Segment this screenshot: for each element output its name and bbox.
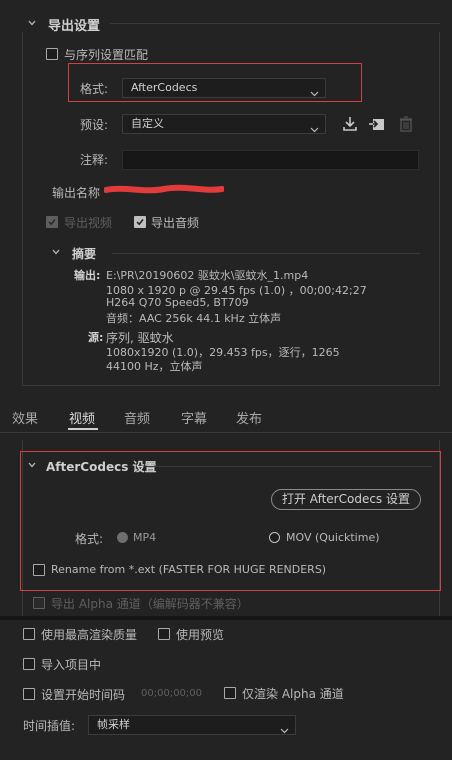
import-into-project-checkbox[interactable] [23,658,35,670]
summary-source-line: 44100 Hz，立体声 [106,360,203,373]
summary-output-line: H264 Q70 Speed5, BT709 [106,296,249,309]
aftercodecs-title: AfterCodecs 设置 [46,460,157,474]
max-render-quality-label: 使用最高渲染质量 [41,628,138,642]
tab-active-underline [68,428,98,430]
render-alpha-only-label: 仅渲染 Alpha 通道 [242,687,344,701]
match-sequence-checkbox[interactable] [46,48,58,60]
format-value: AfterCodecs [131,81,198,94]
format-select[interactable]: AfterCodecs [122,78,326,98]
chevron-down-icon [280,722,289,740]
import-into-project-label: 导入项目中 [41,658,102,672]
max-render-quality-checkbox[interactable] [23,628,35,640]
export-alpha-checkbox [33,597,45,609]
tab-publish[interactable]: 发布 [236,408,262,427]
tab-captions[interactable]: 字幕 [181,408,207,427]
preset-select[interactable]: 自定义 [122,114,326,134]
divider [112,253,420,254]
match-sequence-label: 与序列设置匹配 [64,48,149,62]
chevron-down-icon[interactable] [27,18,39,30]
format-label: 格式: [80,82,109,96]
comment-label: 注释: [80,153,109,167]
summary-title: 摘要 [72,247,97,261]
comment-input[interactable] [122,150,419,170]
use-previews-checkbox[interactable] [158,628,170,640]
summary-output-line: 音频：AAC 256k 44.1 kHz 立体声 [106,312,282,325]
preset-value: 自定义 [131,117,164,130]
time-interpolation-label: 时间插值: [23,719,76,733]
start-timecode-value: 00;00;00;00 [141,688,203,699]
export-video-label: 导出视频 [64,216,113,230]
time-interpolation-select[interactable]: 帧采样 [88,715,296,735]
delete-preset-icon [399,116,413,135]
rename-ext-checkbox[interactable] [33,564,45,576]
chevron-down-icon [310,85,319,103]
mp4-label: MP4 [133,531,157,544]
export-settings-title: 导出设置 [48,19,101,34]
export-alpha-label: 导出 Alpha 通道（编解码器不兼容） [51,597,249,611]
output-name-label: 输出名称 [52,186,101,200]
save-preset-icon[interactable] [342,116,358,135]
mp4-radio[interactable] [117,532,128,543]
aftercodecs-format-label: 格式: [75,532,104,546]
divider [110,23,440,24]
summary-source-label: 源: [88,331,104,344]
set-start-timecode-checkbox[interactable] [23,688,35,700]
export-audio-checkbox[interactable] [134,216,146,228]
rename-ext-label: Rename from *.ext (FASTER FOR HUGE RENDE… [51,563,327,576]
use-previews-label: 使用预览 [176,628,225,642]
open-aftercodecs-settings-button[interactable]: 打开 AfterCodecs 设置 [271,489,421,510]
divider [0,432,452,433]
export-audio-label: 导出音频 [151,216,200,230]
preset-label: 预设: [80,118,109,132]
mov-label: MOV (Quicktime) [286,531,380,544]
mov-radio[interactable] [269,532,280,543]
summary-output-label: 输出: [74,269,101,282]
import-preset-icon[interactable] [368,116,386,135]
tab-video[interactable]: 视频 [69,408,95,427]
chevron-down-icon[interactable] [27,460,39,472]
tab-effects[interactable]: 效果 [12,408,38,427]
chevron-down-icon[interactable] [51,247,63,259]
export-video-checkbox [46,216,58,228]
scroll-divider [0,616,452,620]
time-interpolation-value: 帧采样 [97,718,130,731]
render-alpha-only-checkbox[interactable] [224,687,236,699]
summary-output-line: E:\PR\20190602 驱蚊水\驱蚊水_1.mp4 [106,269,309,282]
redacted-output-name[interactable] [103,183,225,200]
chevron-down-icon [310,121,319,139]
divider [146,466,432,467]
tab-audio[interactable]: 音频 [124,408,150,427]
set-start-timecode-label: 设置开始时间码 [41,688,126,702]
